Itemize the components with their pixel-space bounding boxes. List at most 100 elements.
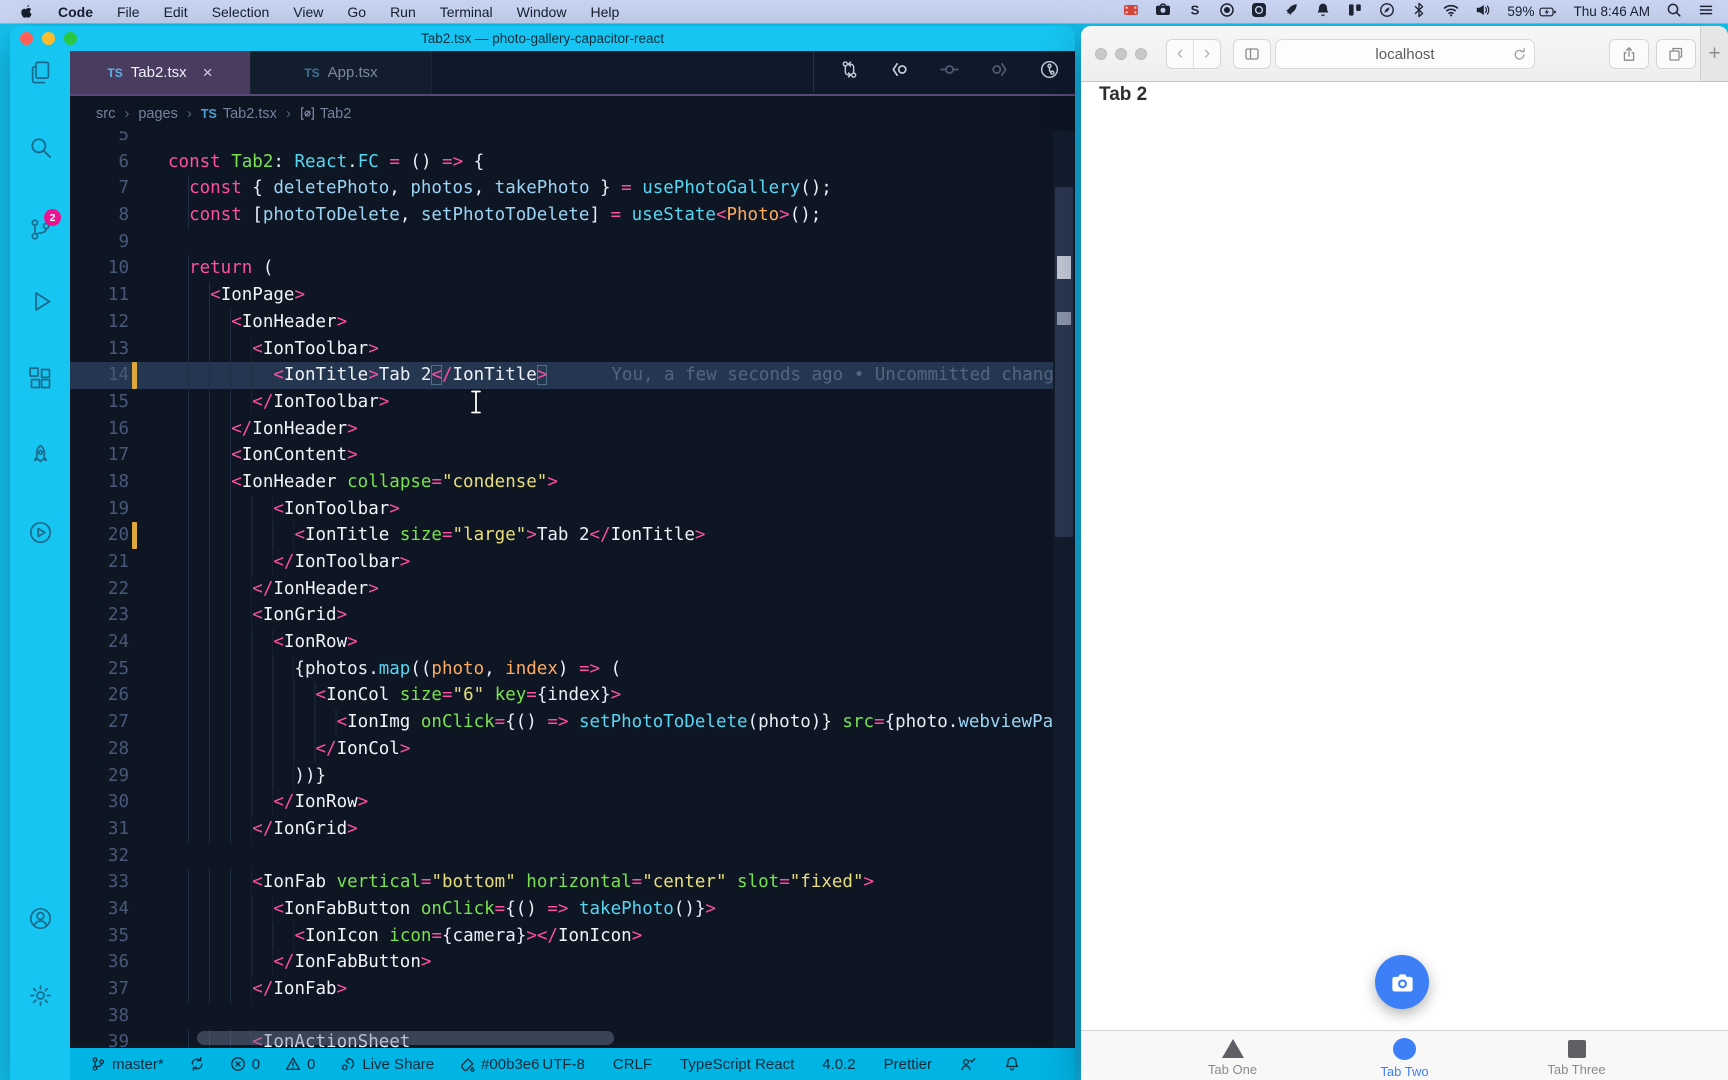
status-0[interactable]: 0 <box>285 1056 315 1073</box>
code-line-16[interactable]: 16 </IonHeader> <box>70 415 1075 443</box>
menu-status-rocket-menu-icon[interactable] <box>1283 2 1299 21</box>
code-line-19[interactable]: 19 <IonToolbar> <box>70 495 1075 523</box>
action-git-status-circle-icon[interactable] <box>1040 60 1059 84</box>
minimize-window-button[interactable] <box>1115 47 1127 60</box>
close-window-button[interactable] <box>1095 47 1107 60</box>
status-live-share[interactable]: Live Share <box>340 1056 434 1073</box>
menu-item-file[interactable]: File <box>117 4 140 20</box>
code-line-13[interactable]: 13 <IonToolbar> <box>70 335 1075 363</box>
code-line-38[interactable]: 38 <box>70 1003 1075 1030</box>
code-line-23[interactable]: 23 <IonGrid> <box>70 602 1075 630</box>
menu-item-help[interactable]: Help <box>590 4 619 20</box>
code-line-17[interactable]: 17 <IonContent> <box>70 442 1075 469</box>
code-line-32[interactable]: 32 <box>70 843 1075 870</box>
status-utf-8[interactable]: UTF-8 <box>542 1056 585 1073</box>
menu-status-target-icon[interactable] <box>1219 2 1235 21</box>
code-line-34[interactable]: 34 <IonFabButton onClick={() => takePhot… <box>70 895 1075 923</box>
code-line-29[interactable]: 29 ))} <box>70 762 1075 790</box>
menu-status-bluetooth-icon[interactable] <box>1411 2 1427 21</box>
code-line-5[interactable]: 5 <box>70 131 1075 149</box>
code-line-25[interactable]: 25 {photos.map((photo, index) => ( <box>70 655 1075 683</box>
menu-status-compass-icon[interactable] <box>1379 2 1395 21</box>
menu-menu-list-icon[interactable] <box>1698 2 1714 21</box>
status-typescript-react[interactable]: TypeScript React <box>680 1056 794 1073</box>
menu-item-edit[interactable]: Edit <box>164 4 188 20</box>
tab-button-tab-two[interactable]: Tab Two <box>1319 1031 1491 1080</box>
horizontal-scrollbar[interactable] <box>197 1031 614 1045</box>
menu-item-code[interactable]: Code <box>58 4 93 20</box>
code-line-28[interactable]: 28 </IonCol> <box>70 735 1075 763</box>
menu-item-selection[interactable]: Selection <box>212 4 270 20</box>
code-line-36[interactable]: 36 </IonFabButton> <box>70 949 1075 976</box>
code-line-22[interactable]: 22 </IonHeader> <box>70 575 1075 603</box>
code-line-27[interactable]: 27 <IonImg onClick={() => setPhotoToDele… <box>70 709 1075 736</box>
code-line-6[interactable]: 6 const Tab2: React.FC = () => { <box>70 149 1075 176</box>
action-current-change-icon[interactable] <box>940 60 959 84</box>
code-line-21[interactable]: 21 </IonToolbar> <box>70 549 1075 576</box>
breadcrumb-item-pages[interactable]: pages <box>138 106 178 122</box>
status-bell-icon[interactable] <box>1004 1056 1020 1072</box>
code-line-18[interactable]: 18 <IonHeader collapse="condense"> <box>70 468 1075 496</box>
tab-button-tab-one[interactable]: Tab One <box>1147 1031 1319 1080</box>
close-tab-icon[interactable]: × <box>203 64 213 81</box>
menu-spotlight-search-icon[interactable] <box>1666 2 1682 21</box>
activity-source-control-icon[interactable]: 2 <box>27 209 61 243</box>
status-sync-icon[interactable] <box>189 1056 205 1072</box>
status-4.0.2[interactable]: 4.0.2 <box>822 1056 855 1073</box>
address-bar[interactable]: localhost <box>1275 39 1535 69</box>
menu-status-dock-split-icon[interactable] <box>1347 2 1363 21</box>
activity-search-icon[interactable] <box>27 134 54 161</box>
code-line-11[interactable]: 11 <IonPage> <box>70 282 1075 309</box>
share-button[interactable] <box>1609 39 1649 69</box>
menu-item-run[interactable]: Run <box>390 4 416 20</box>
status-#00b3e6[interactable]: #00b3e6 <box>459 1056 540 1073</box>
activity-files-icon[interactable] <box>27 59 54 86</box>
activity-test-play-icon[interactable] <box>27 519 54 546</box>
breadcrumb-item-src[interactable]: src <box>96 106 115 122</box>
new-tab-button[interactable]: + <box>1700 26 1728 81</box>
code-line-10[interactable]: 10 return ( <box>70 255 1075 283</box>
zoom-window-button[interactable] <box>1135 47 1147 60</box>
menu-status-notification-bell-icon[interactable] <box>1315 2 1331 21</box>
menu-status-camera-menu-icon[interactable] <box>1155 2 1171 21</box>
code-line-31[interactable]: 31 </IonGrid> <box>70 815 1075 843</box>
back-button[interactable]: ‹ <box>1167 40 1193 68</box>
forward-button[interactable]: › <box>1193 39 1220 68</box>
menu-status-screen-record-icon[interactable] <box>1123 2 1139 21</box>
breadcrumb[interactable]: src › pages › TS Tab2.tsx › Tab2 <box>70 96 1075 131</box>
menu-status-wifi-icon[interactable] <box>1443 2 1459 21</box>
code-line-24[interactable]: 24 <IonRow> <box>70 629 1075 656</box>
status-0[interactable]: 0 <box>230 1056 260 1073</box>
menu-item-go[interactable]: Go <box>347 4 366 20</box>
minimize-window-button[interactable] <box>42 32 55 45</box>
action-git-compare-icon[interactable] <box>840 60 859 84</box>
menu-item-terminal[interactable]: Terminal <box>440 4 493 20</box>
code-line-8[interactable]: 8 const [photoToDelete, setPhotoToDelete… <box>70 202 1075 229</box>
status-prettier[interactable]: Prettier <box>884 1056 932 1073</box>
menu-item-view[interactable]: View <box>293 4 323 20</box>
menu-status-window-manager-icon[interactable] <box>1251 2 1267 21</box>
close-window-button[interactable] <box>20 32 33 45</box>
breadcrumb-item-tab2.tsx[interactable]: TS Tab2.tsx <box>201 106 277 122</box>
apple-icon[interactable] <box>18 4 34 20</box>
vertical-scrollbar[interactable] <box>1053 131 1075 1048</box>
menu-status-shortcut-s-icon[interactable]: S <box>1187 2 1203 21</box>
activity-rocket-icon[interactable] <box>27 442 54 469</box>
refresh-icon[interactable] <box>1512 47 1527 62</box>
scrollbar-thumb[interactable] <box>1055 187 1073 537</box>
tab-button-tab-three[interactable]: Tab Three <box>1491 1031 1663 1080</box>
camera-fab-button[interactable] <box>1375 955 1429 1009</box>
action-next-change-icon[interactable] <box>990 60 1009 84</box>
code-line-9[interactable]: 9 <box>70 229 1075 256</box>
code-line-15[interactable]: 15 </IonToolbar> <box>70 388 1075 416</box>
show-tabs-button[interactable] <box>1656 39 1696 69</box>
action-previous-change-icon[interactable] <box>890 60 909 84</box>
activity-account-icon[interactable] <box>27 905 54 932</box>
status-crlf[interactable]: CRLF <box>613 1056 652 1073</box>
zoom-window-button[interactable] <box>64 32 77 45</box>
status-feedback-icon[interactable] <box>960 1056 976 1072</box>
editor-tab-tab2.tsx[interactable]: TS Tab2.tsx × <box>70 51 251 94</box>
status-master*[interactable]: master* <box>90 1056 164 1073</box>
code-line-20[interactable]: 20 <IonTitle size="large">Tab 2</IonTitl… <box>70 522 1075 549</box>
menu-status-volume-icon[interactable] <box>1475 2 1491 21</box>
